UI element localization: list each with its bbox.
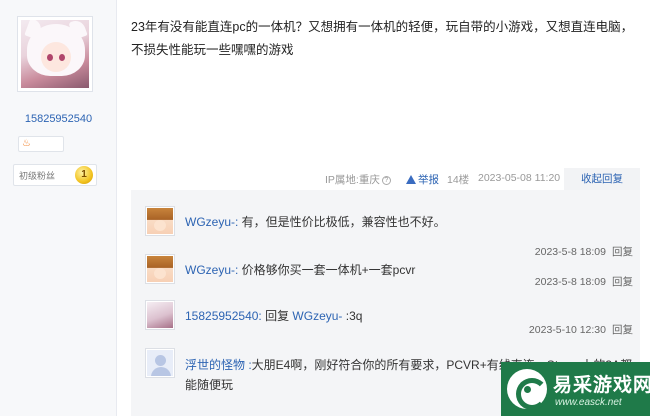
default-avatar-icon <box>147 350 173 376</box>
reply-username[interactable]: 15825952540: <box>185 309 262 323</box>
reply-avatar[interactable] <box>145 254 175 284</box>
reply-button[interactable]: 回复 <box>612 276 633 288</box>
author-avatar[interactable] <box>17 16 93 92</box>
anime-avatar-image <box>21 20 89 88</box>
fan-level-label: 初级粉丝 <box>19 171 56 181</box>
reply-avatar[interactable] <box>145 300 175 330</box>
reply-target-username[interactable]: WGzeyu- <box>292 309 342 323</box>
floor-number: 14楼 <box>447 174 470 186</box>
post-content: 23年有没有能直连pc的一体机？又想拥有一体机的轻便，玩自带的小游戏，又想直连电… <box>131 20 634 57</box>
reply-time: 2023-5-10 12:30 <box>528 324 606 336</box>
fan-badge[interactable]: ♨ <box>18 136 64 152</box>
reply-footer: 2023-5-8 18:09 回复 <box>535 274 633 289</box>
anime-girl-avatar-icon <box>147 256 173 282</box>
reply-username[interactable]: 浮世的怪物 : <box>185 358 252 372</box>
fan-level-badge[interactable]: 初级粉丝 1 <box>13 164 97 186</box>
warning-icon <box>406 175 416 184</box>
collapse-replies-button[interactable]: 收起回复 <box>564 168 640 190</box>
site-watermark: 易采游戏网 www.easck.net <box>501 362 650 416</box>
list-item: WGzeyu-: 有，但是性价比极低，兼容性也不好。 2023-5-8 18:0… <box>145 206 633 258</box>
reply-footer: 2023-5-10 12:30 回复 <box>529 322 633 337</box>
author-username[interactable]: 15825952540 <box>0 113 117 125</box>
help-icon[interactable]: ? <box>381 176 391 185</box>
watermark-title: 易采游戏网 <box>553 374 650 396</box>
reply-time: 2023-5-8 18:09 <box>534 276 606 288</box>
author-sidebar: 15825952540 ♨ 初级粉丝 1 <box>0 0 117 416</box>
flame-icon: ♨ <box>22 138 31 149</box>
watermark-url: www.easck.net <box>555 397 622 408</box>
reply-username[interactable]: WGzeyu-: <box>185 263 238 277</box>
reply-avatar[interactable] <box>145 348 175 378</box>
list-item: WGzeyu-: 价格够你买一套一体机+一套pcvr 2023-5-8 18:0… <box>145 254 633 306</box>
reply-text: 有，但是性价比极低，兼容性也不好。 <box>238 215 446 229</box>
reply-word: 回复 <box>261 309 293 323</box>
reply-text: :3q <box>342 309 363 323</box>
level-number-icon: 1 <box>75 166 93 184</box>
anime-girl-avatar-icon <box>147 208 173 234</box>
reply-button[interactable]: 回复 <box>612 324 633 336</box>
post-date: 2023-05-08 11:20 <box>478 172 561 184</box>
white-hair-avatar-icon <box>147 302 173 328</box>
reply-text: 价格够你买一套一体机+一套pcvr <box>238 263 416 277</box>
ip-location: IP属地:重庆? <box>325 172 391 187</box>
list-item: 15825952540: 回复 WGzeyu- :3q 2023-5-10 12… <box>145 300 633 352</box>
reply-avatar[interactable] <box>145 206 175 236</box>
reply-username[interactable]: WGzeyu-: <box>185 215 238 229</box>
report-link[interactable]: 举报 <box>406 172 439 187</box>
site-logo-icon <box>507 369 548 410</box>
